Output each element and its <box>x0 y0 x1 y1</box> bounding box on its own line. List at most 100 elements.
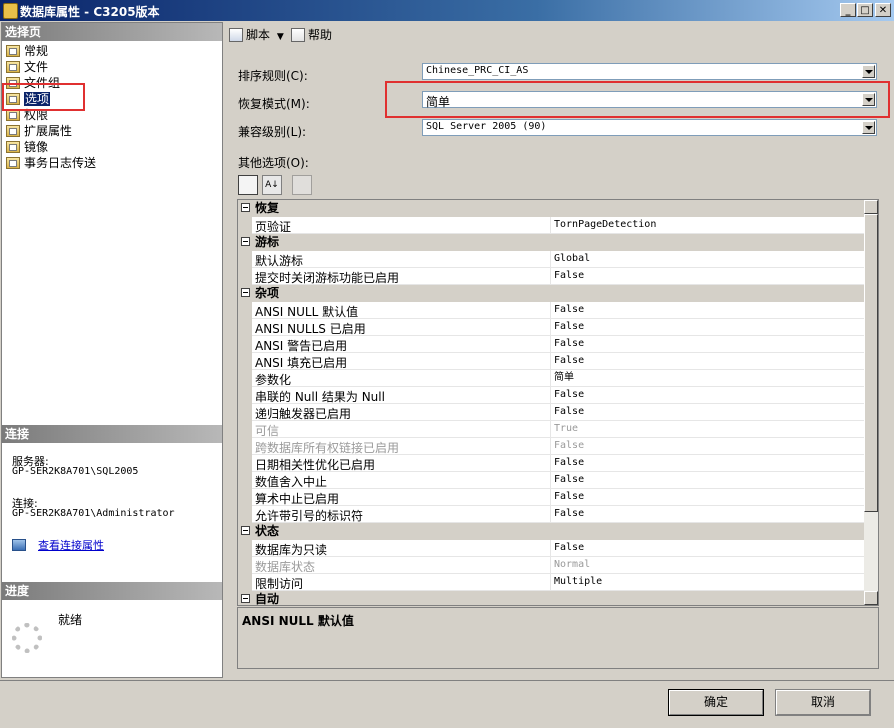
property-value[interactable]: False <box>550 353 584 369</box>
grid-row[interactable]: ANSI 警告已启用 False <box>238 336 864 353</box>
close-button[interactable]: ✕ <box>875 3 891 17</box>
script-button[interactable]: 脚本 ▼ <box>229 26 284 43</box>
property-value[interactable]: Global <box>550 251 590 267</box>
property-name: 跨数据库所有权链接已启用 <box>255 441 400 455</box>
row-gutter <box>238 404 252 421</box>
grid-category[interactable]: 杂项 <box>238 285 864 302</box>
sidebar-item-label: 事务日志传送 <box>24 156 97 170</box>
property-value[interactable]: False <box>550 404 584 420</box>
page-icon <box>6 45 20 57</box>
grid-row[interactable]: 串联的 Null 结果为 Null False <box>238 387 864 404</box>
grid-row[interactable]: 参数化 简单 <box>238 370 864 387</box>
property-value[interactable]: False <box>550 319 584 335</box>
chevron-down-icon[interactable] <box>862 121 875 134</box>
row-gutter <box>238 353 252 370</box>
compat-level-select[interactable]: SQL Server 2005 (90) <box>422 119 877 136</box>
property-value[interactable]: False <box>550 540 584 556</box>
connection-value: GP-SER2K8A701\Administrator <box>12 508 175 519</box>
grid-row[interactable]: 递归触发器已启用 False <box>238 404 864 421</box>
grid-row[interactable]: 允许带引号的标识符 False <box>238 506 864 523</box>
grid-row[interactable]: 提交时关闭游标功能已启用 False <box>238 268 864 285</box>
scroll-up-icon[interactable] <box>864 200 878 214</box>
property-value[interactable]: False <box>550 506 584 522</box>
property-value[interactable]: False <box>550 489 584 505</box>
collapse-icon[interactable] <box>241 526 250 535</box>
page-icon <box>6 125 20 137</box>
property-value[interactable]: False <box>550 387 584 403</box>
grid-row[interactable]: 数值舍入中止 False <box>238 472 864 489</box>
row-gutter <box>238 421 252 438</box>
sidebar-item[interactable]: 文件 <box>6 59 48 75</box>
property-name: 允许带引号的标识符 <box>255 509 364 523</box>
sort-alpha-icon[interactable]: A↓ <box>262 175 282 195</box>
grid-row[interactable]: 默认游标 Global <box>238 251 864 268</box>
grid-category[interactable]: 状态 <box>238 523 864 540</box>
sidebar-item-label: 常规 <box>24 44 49 58</box>
grid-row[interactable]: ANSI NULLS 已启用 False <box>238 319 864 336</box>
sidebar-item[interactable]: 常规 <box>6 43 48 59</box>
property-grid[interactable]: 恢复 页验证 TornPageDetection 游标 默认游标 Global 提交时关闭游… <box>237 199 879 606</box>
connection-header: 连接 <box>2 425 222 443</box>
scroll-down-icon[interactable] <box>864 591 878 605</box>
property-value[interactable]: 简单 <box>550 370 574 386</box>
property-name: 可信 <box>255 424 280 438</box>
row-gutter <box>238 574 252 591</box>
row-gutter <box>238 438 252 455</box>
row-gutter <box>238 268 252 285</box>
collation-label: 排序规则(C): <box>238 69 308 83</box>
row-gutter <box>238 370 252 387</box>
grid-row[interactable]: 日期相关性优化已启用 False <box>238 455 864 472</box>
view-connection-properties[interactable]: 查看连接属性 <box>12 537 104 553</box>
property-grid-toolbar: A↓ <box>238 175 338 197</box>
vertical-scrollbar[interactable] <box>864 200 878 605</box>
grid-row[interactable]: 数据库为只读 False <box>238 540 864 557</box>
grid-category[interactable]: 游标 <box>238 234 864 251</box>
grid-row[interactable]: ANSI NULL 默认值 False <box>238 302 864 319</box>
property-name: ANSI 警告已启用 <box>255 339 348 353</box>
sidebar-item[interactable]: 镜像 <box>6 139 48 155</box>
grid-row: 可信 True <box>238 421 864 438</box>
sidebar-item[interactable]: 扩展属性 <box>6 123 72 139</box>
property-value[interactable]: Multiple <box>550 574 602 590</box>
grid-row[interactable]: 页验证 TornPageDetection <box>238 217 864 234</box>
categorized-icon[interactable] <box>238 175 258 195</box>
row-gutter <box>238 336 252 353</box>
cancel-button[interactable]: 取消 <box>775 689 871 716</box>
recovery-model-label: 恢复模式(M): <box>238 97 310 111</box>
grid-row[interactable]: 限制访问 Multiple <box>238 574 864 591</box>
minimize-button[interactable]: _ <box>840 3 856 17</box>
property-name: ANSI 填充已启用 <box>255 356 348 370</box>
help-button[interactable]: 帮助 <box>291 26 332 43</box>
collation-value: Chinese_PRC_CI_AS <box>426 65 529 76</box>
property-name: 串联的 Null 结果为 Null <box>255 390 385 404</box>
grid-row[interactable]: 算术中止已启用 False <box>238 489 864 506</box>
row-gutter <box>238 455 252 472</box>
grid-row: 数据库状态 Normal <box>238 557 864 574</box>
collapse-icon[interactable] <box>241 594 250 603</box>
row-gutter <box>238 217 252 234</box>
property-name: 日期相关性优化已启用 <box>255 458 376 472</box>
sidebar-item[interactable]: 事务日志传送 <box>6 155 96 171</box>
property-value[interactable]: False <box>550 268 584 284</box>
property-value[interactable]: False <box>550 455 584 471</box>
grid-category[interactable]: 恢复 <box>238 200 864 217</box>
collation-select[interactable]: Chinese_PRC_CI_AS <box>422 63 877 80</box>
property-value[interactable]: False <box>550 302 584 318</box>
grid-row[interactable]: ANSI 填充已启用 False <box>238 353 864 370</box>
property-value[interactable]: False <box>550 472 584 488</box>
chevron-down-icon[interactable] <box>862 65 875 78</box>
collapse-icon[interactable] <box>241 203 250 212</box>
collapse-icon[interactable] <box>241 288 250 297</box>
property-value[interactable]: False <box>550 336 584 352</box>
view-connection-link[interactable]: 查看连接属性 <box>38 539 104 552</box>
grid-row: 跨数据库所有权链接已启用 False <box>238 438 864 455</box>
grid-category[interactable]: 自动 <box>238 591 864 605</box>
script-label: 脚本 <box>246 28 271 42</box>
ok-button[interactable]: 确定 <box>668 689 764 716</box>
property-value[interactable]: TornPageDetection <box>550 217 656 233</box>
dropdown-arrow-icon[interactable]: ▼ <box>277 32 284 42</box>
sidebar-item-label: 镜像 <box>24 140 49 154</box>
maximize-button[interactable]: □ <box>857 3 873 17</box>
collapse-icon[interactable] <box>241 237 250 246</box>
scroll-thumb[interactable] <box>864 214 878 512</box>
